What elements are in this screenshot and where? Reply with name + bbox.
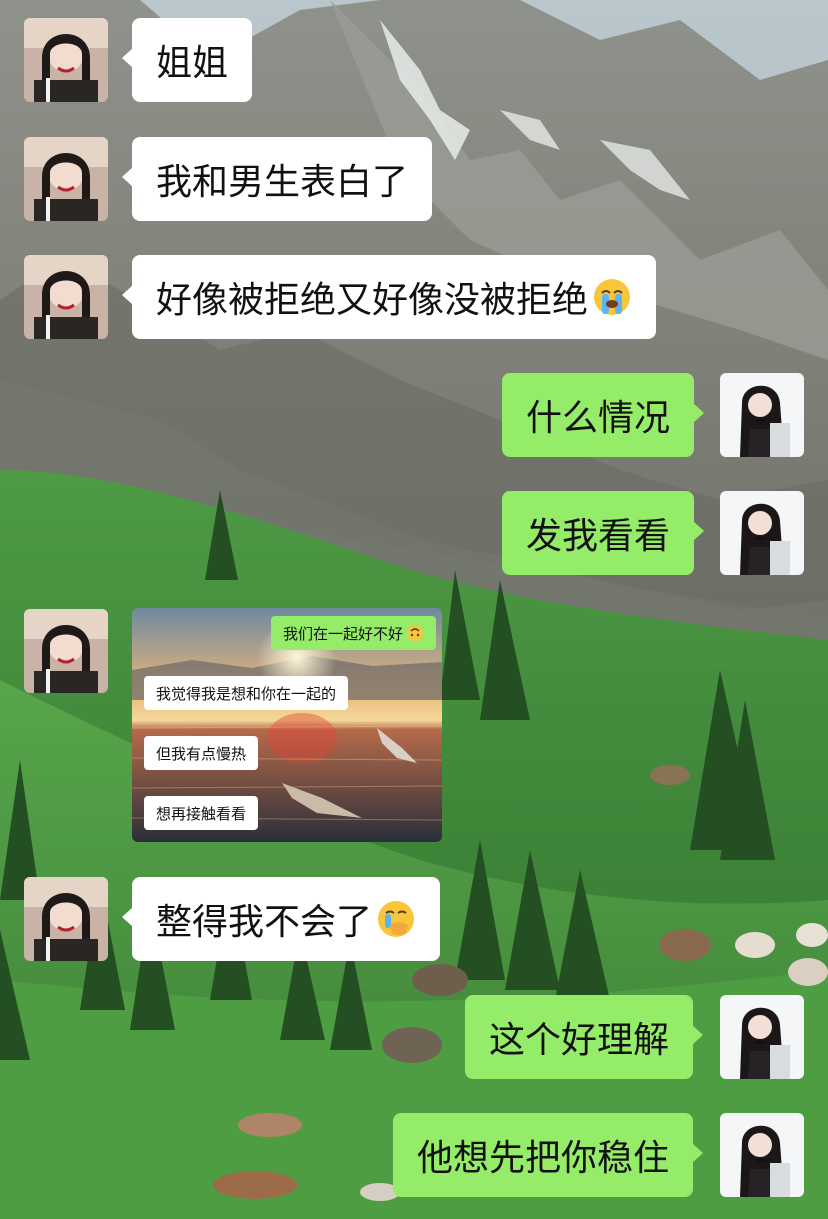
embedded-text: 想再接触看看 <box>156 804 247 823</box>
contact-avatar[interactable] <box>24 877 108 961</box>
my-avatar[interactable] <box>720 995 804 1079</box>
message-bubble-received[interactable]: 姐姐 <box>121 18 253 102</box>
message-text: 姐姐 <box>156 43 229 84</box>
my-avatar[interactable] <box>720 373 804 457</box>
message-bubble-sent[interactable]: 他想先把你稳住 <box>393 1113 704 1197</box>
message-text: 这个好理解 <box>489 1020 670 1061</box>
contact-avatar[interactable] <box>24 137 108 221</box>
message-bubble-received[interactable]: 好像被拒绝又好像没被拒绝 <box>121 255 657 339</box>
contact-avatar[interactable] <box>24 255 108 339</box>
embedded-text: 我觉得我是想和你在一起的 <box>156 684 337 703</box>
message-bubble-received[interactable]: 我和男生表白了 <box>121 137 433 221</box>
chat-messages: 姐姐 我和男生表白了 好像被拒绝又好像没被拒绝 什么情况 发我看看 我们在一起好… <box>0 0 828 1219</box>
face-with-hand-over-mouth-icon <box>378 901 415 937</box>
embedded-received-bubble: 想再接触看看 <box>144 796 259 830</box>
message-text: 他想先把你稳住 <box>417 1138 670 1179</box>
message-text: 整得我不会了 <box>156 902 373 943</box>
image-message[interactable]: 我们在一起好不好 我觉得我是想和你在一起的 但我有点慢热 想再接触看看 <box>132 608 442 842</box>
message-text: 发我看看 <box>526 516 671 557</box>
message-bubble-received[interactable]: 整得我不会了 <box>121 877 441 961</box>
embedded-received-bubble: 我觉得我是想和你在一起的 <box>144 676 349 710</box>
message-bubble-sent[interactable]: 什么情况 <box>502 373 705 457</box>
message-bubble-sent[interactable]: 这个好理解 <box>465 995 704 1079</box>
message-text: 我和男生表白了 <box>156 162 409 203</box>
upside-down-face-icon <box>407 625 423 641</box>
my-avatar[interactable] <box>720 491 804 575</box>
embedded-sent-bubble: 我们在一起好不好 <box>270 616 436 650</box>
contact-avatar[interactable] <box>24 609 108 693</box>
embedded-text: 但我有点慢热 <box>156 744 247 763</box>
loudly-crying-face-icon <box>594 279 631 315</box>
embedded-received-bubble: 但我有点慢热 <box>144 736 259 770</box>
message-bubble-sent[interactable]: 发我看看 <box>502 491 705 575</box>
message-text: 好像被拒绝又好像没被拒绝 <box>156 280 589 321</box>
contact-avatar[interactable] <box>24 18 108 102</box>
my-avatar[interactable] <box>720 1113 804 1197</box>
embedded-text: 我们在一起好不好 <box>282 624 403 643</box>
message-text: 什么情况 <box>526 398 671 439</box>
